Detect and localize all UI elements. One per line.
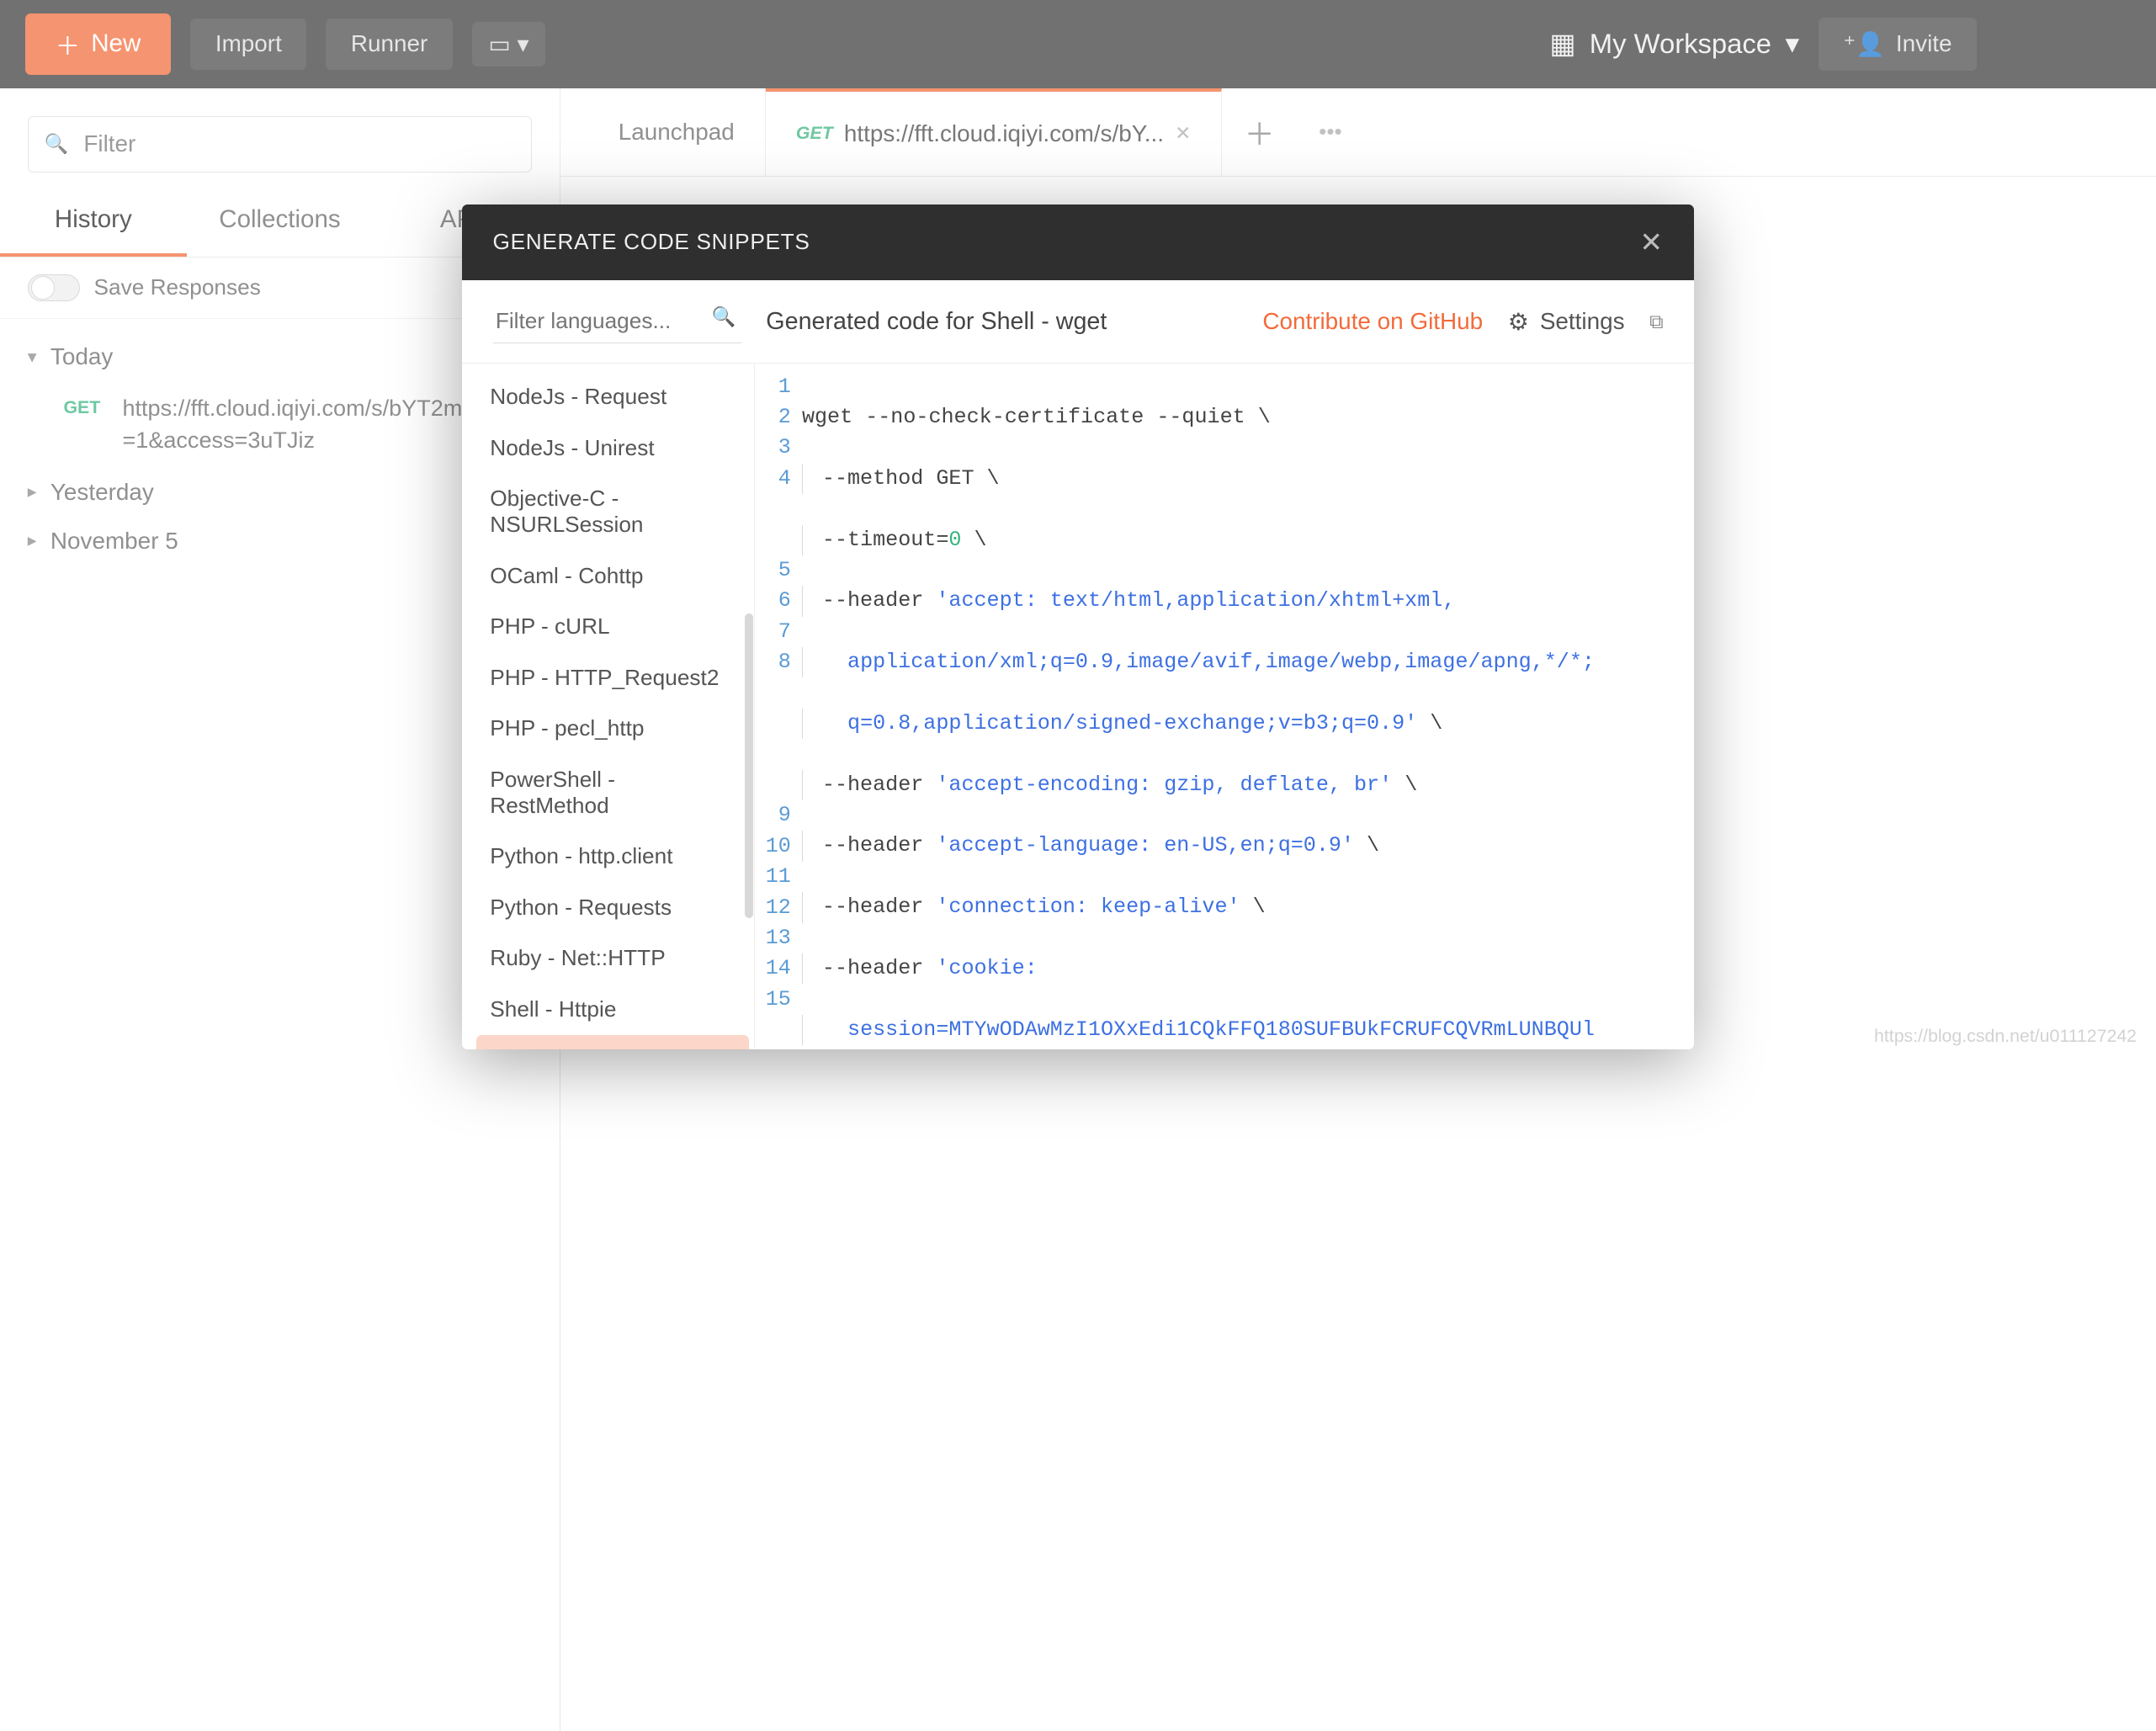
contribute-link[interactable]: Contribute on GitHub	[1262, 308, 1483, 335]
line-gutter: 123456789101112131415	[755, 364, 802, 1049]
code-snippet-modal: GENERATE CODE SNIPPETS ✕ 🔍 Generated cod…	[462, 204, 1693, 1049]
gear-icon: ⚙	[1508, 308, 1529, 336]
settings-button[interactable]: ⚙Settings	[1508, 308, 1625, 336]
language-option[interactable]: NodeJs - Unirest	[476, 422, 749, 474]
language-option[interactable]: PHP - cURL	[476, 602, 749, 653]
language-option[interactable]: Python - http.client	[476, 831, 749, 883]
language-option[interactable]: Shell - Httpie	[476, 984, 749, 1035]
code-viewer: 123456789101112131415 wget --no-check-ce…	[755, 364, 1693, 1049]
language-option[interactable]: NodeJs - Request	[476, 372, 749, 423]
generated-code-label: Generated code for Shell - wget	[766, 308, 1107, 336]
modal-title: GENERATE CODE SNIPPETS	[493, 229, 810, 255]
copy-button[interactable]: ⧉	[1649, 311, 1663, 333]
filter-languages-input[interactable]	[493, 300, 741, 343]
language-option[interactable]: Objective-C - NSURLSession	[476, 474, 749, 551]
copy-icon: ⧉	[1649, 311, 1663, 332]
language-option[interactable]: Ruby - Net::HTTP	[476, 933, 749, 985]
language-option[interactable]: Python - Requests	[476, 882, 749, 933]
language-option[interactable]: Shell - wget	[476, 1035, 749, 1049]
modal-overlay: GENERATE CODE SNIPPETS ✕ 🔍 Generated cod…	[0, 0, 2156, 1055]
search-icon: 🔍	[712, 305, 736, 328]
language-option[interactable]: OCaml - Cohttp	[476, 550, 749, 602]
language-list: NodeJs - RequestNodeJs - UnirestObjectiv…	[462, 364, 755, 1049]
watermark: https://blog.csdn.net/u011127242	[1874, 1026, 2137, 1047]
close-icon[interactable]: ✕	[1639, 226, 1663, 258]
language-option[interactable]: PHP - pecl_http	[476, 704, 749, 755]
scrollbar[interactable]	[745, 374, 753, 1038]
language-option[interactable]: PHP - HTTP_Request2	[476, 652, 749, 704]
language-option[interactable]: PowerShell - RestMethod	[476, 754, 749, 831]
